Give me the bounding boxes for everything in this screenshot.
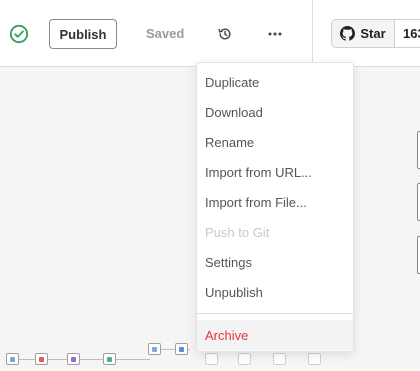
workflow-node[interactable] [175,343,188,355]
workflow-node[interactable] [148,343,161,355]
header-divider [312,0,313,67]
github-star-group: Star 163 [331,19,420,48]
workflow-node[interactable] [205,353,218,365]
workflow-node[interactable] [6,353,19,365]
ellipsis-icon[interactable] [264,26,286,42]
menu-item-rename[interactable]: Rename [197,127,353,157]
menu-item-import-url[interactable]: Import from URL... [197,157,353,187]
workflow-node[interactable] [35,353,48,365]
workflow-node[interactable] [67,353,80,365]
workflow-actions-menu: Duplicate Download Rename Import from UR… [196,62,354,352]
workflow-node[interactable] [238,353,251,365]
history-icon[interactable] [217,26,233,42]
menu-item-download[interactable]: Download [197,97,353,127]
github-icon [340,26,356,41]
menu-item-settings[interactable]: Settings [197,247,353,277]
star-label: Star [360,26,386,41]
menu-item-unpublish[interactable]: Unpublish [197,277,353,307]
github-star-button[interactable]: Star [332,20,394,47]
check-circle-icon[interactable] [9,24,29,44]
saved-status: Saved [146,26,185,41]
menu-divider [197,313,353,314]
publish-button[interactable]: Publish [49,19,117,49]
menu-item-import-file[interactable]: Import from File... [197,187,353,217]
workflow-node[interactable] [103,353,116,365]
workflow-node[interactable] [273,353,286,365]
menu-item-archive[interactable]: Archive [197,320,353,350]
workflow-node[interactable] [308,353,321,365]
menu-item-push-to-git: Push to Git [205,224,270,240]
top-bar: Publish Saved Star 163 [0,0,420,67]
menu-item-duplicate[interactable]: Duplicate [197,67,353,97]
star-count[interactable]: 163 [394,20,420,47]
